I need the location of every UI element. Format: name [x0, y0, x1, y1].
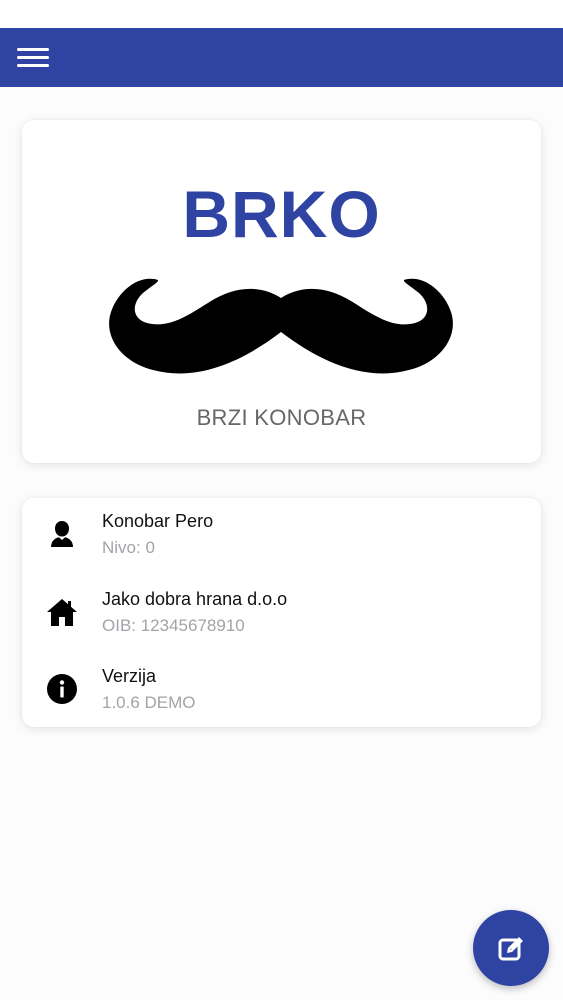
app-bar	[0, 28, 563, 87]
list-item-version: Verzija 1.0.6 DEMO	[22, 655, 541, 717]
person-icon	[51, 521, 73, 547]
edit-icon	[498, 937, 523, 961]
company-name: Jako dobra hrana d.o.o	[102, 589, 288, 609]
brand-subtitle: BRZI KONOBAR	[196, 405, 367, 430]
info-icon	[47, 674, 77, 704]
menu-line	[17, 56, 49, 59]
brand-title: BRKO	[182, 177, 381, 251]
company-oib: OIB: 12345678910	[102, 616, 245, 635]
menu-line	[17, 64, 49, 67]
version-value: 1.0.6 DEMO	[102, 693, 196, 712]
status-bar	[0, 0, 563, 28]
user-name: Konobar Pero	[102, 511, 214, 531]
mustache-icon	[109, 278, 453, 374]
list-item-user: Konobar Pero Nivo: 0	[22, 500, 541, 562]
version-label: Verzija	[102, 666, 157, 686]
list-item-company: Jako dobra hrana d.o.o OIB: 12345678910	[22, 578, 541, 640]
home-icon	[47, 599, 77, 626]
menu-button[interactable]	[10, 40, 56, 76]
menu-line	[17, 48, 49, 51]
user-level: Nivo: 0	[102, 538, 155, 557]
edit-button[interactable]	[473, 910, 549, 986]
